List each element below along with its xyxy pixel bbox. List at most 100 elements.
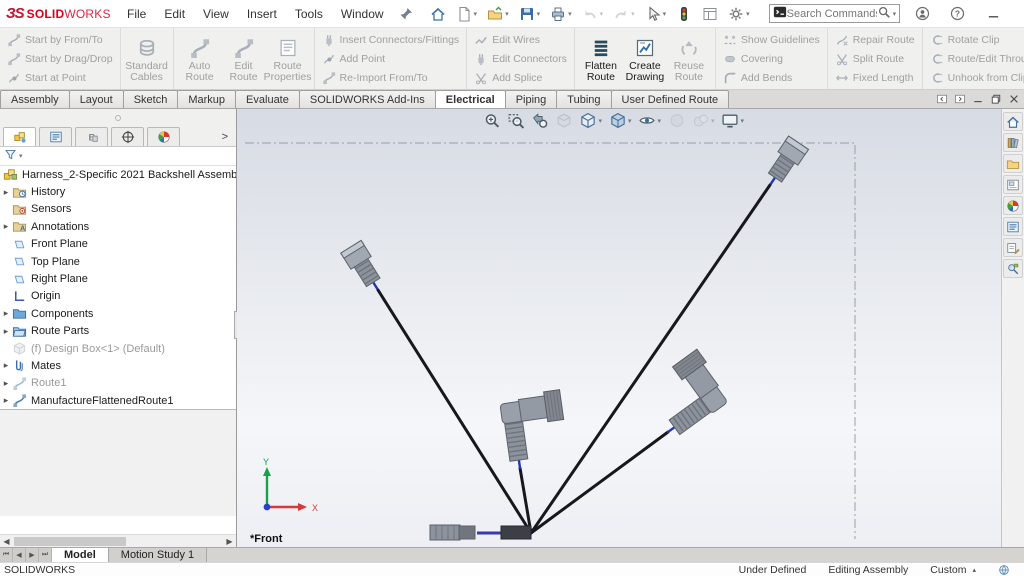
zoom-to-fit-button[interactable] bbox=[483, 112, 500, 129]
harness-connector-dsub[interactable] bbox=[761, 136, 809, 191]
doc-minimize-button[interactable] bbox=[972, 93, 984, 105]
panel-tab-propertymanager[interactable] bbox=[39, 127, 72, 146]
ribbon-button-show-guidelines[interactable]: Show Guidelines bbox=[720, 31, 823, 49]
zoom-to-area-button[interactable] bbox=[507, 112, 524, 129]
taskpane-solidworks-resources-button[interactable] bbox=[1003, 259, 1023, 278]
tree-filter-row[interactable]: ▾ bbox=[0, 147, 236, 166]
display-style-button[interactable]: ▾ bbox=[609, 112, 632, 129]
tab-evaluate[interactable]: Evaluate bbox=[235, 90, 300, 108]
apply-scene-button[interactable]: ▾ bbox=[692, 112, 715, 129]
doc-restore-button[interactable] bbox=[990, 93, 1002, 105]
ribbon-button-add-splice[interactable]: Add Splice bbox=[471, 69, 570, 87]
taskpane-home-button[interactable] bbox=[1003, 112, 1023, 131]
tree-item-route1[interactable]: ▸Route1 bbox=[0, 375, 236, 392]
help-button[interactable]: ? bbox=[947, 4, 968, 23]
ribbon-button-standard-cables[interactable]: Standard Cables bbox=[125, 34, 169, 83]
ribbon-button-flatten-route[interactable]: Flatten Route bbox=[579, 34, 623, 83]
ribbon-button-repair-route[interactable]: Repair Route bbox=[832, 31, 918, 49]
ribbon-button-start-at-point[interactable]: Start at Point bbox=[4, 69, 116, 87]
harness-cable[interactable] bbox=[531, 432, 668, 533]
tree-item--f-design-box-1-default-[interactable]: (f) Design Box<1> (Default) bbox=[0, 340, 236, 357]
tab-electrical[interactable]: Electrical bbox=[435, 90, 506, 108]
dropdown-caret-icon[interactable]: ▾ bbox=[658, 117, 662, 125]
scroll-left-icon[interactable]: ◀ bbox=[0, 535, 13, 548]
harness-connector-elbow[interactable] bbox=[638, 349, 733, 441]
menu-window[interactable]: Window bbox=[332, 4, 393, 24]
dropdown-caret-icon[interactable]: ▾ bbox=[711, 117, 715, 125]
dropdown-caret-icon[interactable]: ▾ bbox=[663, 10, 667, 18]
taskpane-design-library-button[interactable] bbox=[1003, 133, 1023, 152]
tree-item-route-parts[interactable]: ▸Route Parts bbox=[0, 323, 236, 340]
taskpane-view-palette-button[interactable] bbox=[1003, 175, 1023, 194]
panel-tab-configurationmanager[interactable]: B bbox=[75, 127, 108, 146]
ribbon-button-route-properties[interactable]: Route Properties bbox=[266, 34, 310, 83]
tab-motion-study-1[interactable]: Motion Study 1 bbox=[109, 548, 207, 562]
dropdown-caret-icon[interactable]: ▾ bbox=[474, 10, 478, 18]
tree-item-origin[interactable]: Origin bbox=[0, 288, 236, 305]
tree-item-front-plane[interactable]: Front Plane bbox=[0, 236, 236, 253]
harness-connector-dsub[interactable] bbox=[341, 240, 388, 295]
panel-tab-displaymanager[interactable] bbox=[147, 127, 180, 146]
display-pane-button[interactable] bbox=[699, 4, 721, 24]
print-button[interactable]: ▾ bbox=[547, 4, 575, 24]
ribbon-button-add-point[interactable]: Add Point bbox=[319, 50, 463, 68]
doc-pane-previous-button[interactable] bbox=[936, 93, 948, 105]
ribbon-button-add-bends[interactable]: Add Bends bbox=[720, 69, 823, 87]
view-settings-button[interactable]: ▾ bbox=[722, 112, 745, 129]
doc-pane-next-button[interactable] bbox=[954, 93, 966, 105]
doc-close-button[interactable] bbox=[1008, 93, 1020, 105]
scroll-right-icon[interactable]: ▶ bbox=[223, 535, 236, 548]
tab-solidworks-add-ins[interactable]: SOLIDWORKS Add-Ins bbox=[299, 90, 436, 108]
ribbon-button-edit-wires[interactable]: Edit Wires bbox=[471, 31, 570, 49]
home-button[interactable] bbox=[427, 4, 449, 24]
select-button[interactable]: ▾ bbox=[642, 4, 670, 24]
taskpane-appearances-button[interactable] bbox=[1003, 196, 1023, 215]
tree-item-top-plane[interactable]: Top Plane bbox=[0, 253, 236, 270]
harness-cable[interactable] bbox=[531, 185, 770, 533]
panel-tab-overflow-chevron[interactable]: > bbox=[214, 127, 236, 146]
panel-collapse-handle[interactable] bbox=[0, 109, 236, 127]
ribbon-button-start-by-from-to[interactable]: Start by From/To bbox=[4, 31, 116, 49]
tab-user-defined-route[interactable]: User Defined Route bbox=[611, 90, 730, 108]
ribbon-button-edit-route[interactable]: Edit Route bbox=[222, 34, 266, 83]
previous-view-button[interactable] bbox=[531, 112, 548, 129]
menu-insert[interactable]: Insert bbox=[238, 4, 286, 24]
expand-arrow-icon[interactable]: ▸ bbox=[0, 187, 12, 198]
ribbon-button-fixed-length[interactable]: Fixed Length bbox=[832, 69, 918, 87]
custom-caret-icon[interactable]: ▴ bbox=[972, 566, 976, 574]
tab-piping[interactable]: Piping bbox=[505, 90, 558, 108]
search-input[interactable] bbox=[787, 8, 877, 20]
dropdown-caret-icon[interactable]: ▾ bbox=[568, 10, 572, 18]
expand-arrow-icon[interactable]: ▸ bbox=[0, 378, 12, 389]
dropdown-caret-icon[interactable]: ▾ bbox=[631, 10, 635, 18]
tree-item-history[interactable]: ▸History bbox=[0, 183, 236, 200]
menu-edit[interactable]: Edit bbox=[155, 4, 194, 24]
menu-tools[interactable]: Tools bbox=[286, 4, 332, 24]
tabnav-first-icon[interactable]: ⏮ bbox=[0, 548, 13, 562]
tree-item-components[interactable]: ▸Components bbox=[0, 305, 236, 322]
tabnav-prev-icon[interactable]: ◀ bbox=[13, 548, 26, 562]
expand-arrow-icon[interactable]: ▸ bbox=[0, 326, 12, 337]
tabnav-next-icon[interactable]: ▶ bbox=[26, 548, 39, 562]
scrollbar-thumb[interactable] bbox=[14, 537, 126, 546]
ribbon-button-create-drawing[interactable]: Create Drawing bbox=[623, 34, 667, 83]
tree-item-annotations[interactable]: ▸AAnnotations bbox=[0, 218, 236, 235]
ribbon-button-insert-connectors-fittings[interactable]: Insert Connectors/Fittings bbox=[319, 31, 463, 49]
tree-item-manufactureflattenedroute1[interactable]: ▸ManufactureFlattenedRoute1 bbox=[0, 392, 236, 409]
taskpane-custom-properties-button[interactable] bbox=[1003, 217, 1023, 236]
ribbon-button-reuse-route[interactable]: Reuse Route bbox=[667, 34, 711, 83]
pin-icon[interactable] bbox=[395, 4, 417, 24]
menu-file[interactable]: File bbox=[118, 4, 155, 24]
rebuild-traffic-light-button[interactable] bbox=[673, 4, 695, 24]
panel-tab-dimxpertmanager[interactable] bbox=[111, 127, 144, 146]
tree-item-sensors[interactable]: Sensors bbox=[0, 201, 236, 218]
filter-caret-icon[interactable]: ▾ bbox=[19, 152, 23, 160]
ribbon-button-split-route[interactable]: Split Route bbox=[832, 50, 918, 68]
tab-layout[interactable]: Layout bbox=[69, 90, 124, 108]
hide-show-items-button[interactable]: ▾ bbox=[639, 112, 662, 129]
panel-horizontal-scrollbar[interactable]: ◀ ▶ bbox=[0, 534, 236, 547]
tree-item-mates[interactable]: ▸Mates bbox=[0, 357, 236, 374]
tree-item-right-plane[interactable]: Right Plane bbox=[0, 270, 236, 287]
dropdown-caret-icon[interactable]: ▾ bbox=[741, 117, 745, 125]
dropdown-caret-icon[interactable]: ▾ bbox=[598, 117, 602, 125]
